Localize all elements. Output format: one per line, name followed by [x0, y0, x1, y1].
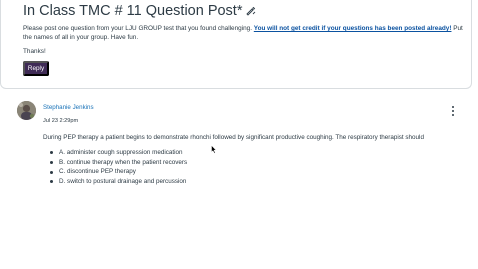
list-item: D. switch to postural drainage and percu… [50, 177, 187, 187]
mouse-cursor-icon [211, 145, 217, 154]
option-text: C. discontinue PEP therapy [59, 168, 136, 176]
bullet-icon [50, 180, 53, 184]
option-text: B. continue therapy when the patient rec… [59, 158, 188, 166]
post-title-text: In Class TMC # 11 Question Post* [23, 3, 243, 19]
list-item: A. administer cough suppression medicati… [50, 148, 187, 158]
post-date: Jul 23 2:29pm [43, 118, 79, 124]
post-body-intro: Please post one question from your LJU G… [23, 25, 254, 32]
bullet-icon [50, 170, 53, 174]
bullet-icon [50, 161, 53, 165]
author-name[interactable]: Stephanie Jenkins [43, 104, 94, 111]
avatar[interactable] [17, 101, 36, 120]
original-post-card: In Class TMC # 11 Question Post* Please … [0, 0, 472, 89]
post-thanks: Thanks! [23, 48, 46, 55]
edit-pencil-icon[interactable] [246, 6, 256, 16]
question-text: During PEP therapy a patient begins to d… [43, 134, 424, 141]
discussion-page: In Class TMC # 11 Question Post* Please … [0, 0, 478, 269]
bullet-icon [50, 151, 53, 155]
answer-options-list: A. administer cough suppression medicati… [50, 148, 187, 187]
reply-button[interactable]: Reply [23, 61, 49, 76]
post-title: In Class TMC # 11 Question Post* [23, 3, 256, 19]
post-instructions: Please post one question from your LJU G… [23, 24, 463, 42]
avatar-image [17, 101, 36, 120]
option-text: D. switch to postural drainage and percu… [59, 178, 187, 186]
credit-warning-link[interactable]: You will not get credit if your question… [254, 25, 452, 32]
more-options-icon[interactable] [450, 105, 456, 117]
list-item: B. continue therapy when the patient rec… [50, 158, 187, 168]
option-text: A. administer cough suppression medicati… [59, 149, 183, 156]
list-item: C. discontinue PEP therapy [50, 167, 187, 177]
reply-entry: Stephanie Jenkins Jul 23 2:29pm During P… [0, 96, 478, 269]
